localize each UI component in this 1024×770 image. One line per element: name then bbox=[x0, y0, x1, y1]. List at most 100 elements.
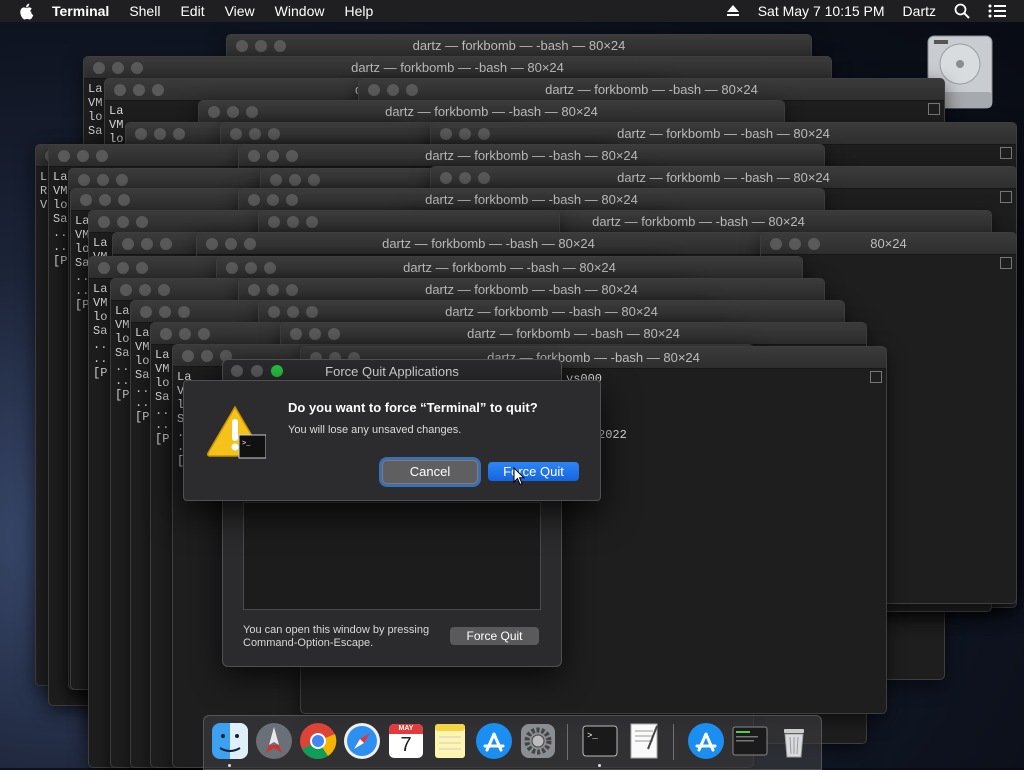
menubar-user[interactable]: Dartz bbox=[903, 3, 936, 19]
terminal-title: dartz — forkbomb — -bash — 80×24 bbox=[467, 326, 680, 341]
minimize-button[interactable] bbox=[77, 150, 89, 162]
terminal-icon[interactable]: >_ bbox=[580, 721, 620, 761]
terminal-title: dartz — forkbomb — -bash — 80×24 bbox=[382, 236, 595, 251]
eject-icon[interactable] bbox=[726, 5, 740, 17]
menu-help[interactable]: Help bbox=[344, 3, 373, 19]
zoom-button[interactable] bbox=[136, 216, 148, 228]
minimize-button[interactable] bbox=[179, 328, 191, 340]
cancel-button[interactable]: Cancel bbox=[382, 460, 478, 484]
terminal-titlebar[interactable]: dartz — forkbomb — -bash — 80×24 bbox=[359, 79, 944, 101]
close-button[interactable] bbox=[270, 174, 282, 186]
menu-window[interactable]: Window bbox=[275, 3, 325, 19]
minimize-button[interactable] bbox=[201, 350, 213, 362]
zoom-button[interactable] bbox=[116, 174, 128, 186]
svg-text:>_: >_ bbox=[242, 440, 251, 448]
safari-icon[interactable] bbox=[342, 721, 382, 761]
terminal-titlebar[interactable]: dartz — forkbomb — -bash — 80×24 bbox=[259, 301, 844, 323]
console-icon[interactable] bbox=[730, 721, 770, 761]
notes-icon[interactable] bbox=[430, 721, 470, 761]
launchpad-icon[interactable] bbox=[254, 721, 294, 761]
close-button[interactable] bbox=[230, 128, 242, 140]
trash-icon[interactable] bbox=[774, 721, 814, 761]
textedit-icon[interactable] bbox=[624, 721, 664, 761]
minimize-button[interactable] bbox=[97, 174, 109, 186]
calendar-month: MAY bbox=[398, 725, 414, 732]
minimize-button[interactable] bbox=[289, 174, 301, 186]
minimize-button[interactable] bbox=[249, 128, 261, 140]
minimize-button[interactable] bbox=[99, 194, 111, 206]
minimize-button[interactable] bbox=[117, 216, 129, 228]
terminal-title: dartz — forkbomb — -bash — 80×24 bbox=[617, 126, 830, 141]
spotlight-search-icon[interactable] bbox=[954, 3, 970, 19]
close-button[interactable] bbox=[122, 238, 134, 250]
close-button[interactable] bbox=[58, 150, 70, 162]
terminal-titlebar[interactable]: dartz — forkbomb — -bash — 80×24 bbox=[431, 123, 1016, 145]
zoom-button[interactable] bbox=[136, 262, 148, 274]
app-store-icon[interactable] bbox=[474, 721, 514, 761]
close-button[interactable] bbox=[268, 216, 280, 228]
close-button[interactable] bbox=[98, 262, 110, 274]
zoom-button[interactable] bbox=[306, 216, 318, 228]
terminal-titlebar[interactable]: dartz — forkbomb — -bash — 80×24 bbox=[281, 323, 866, 345]
finder-icon[interactable] bbox=[210, 721, 250, 761]
terminal-titlebar[interactable]: dartz — forkbomb — -bash — 80×24 bbox=[227, 35, 811, 57]
application-list[interactable] bbox=[243, 502, 541, 610]
terminal-titlebar[interactable]: dartz — forkbomb — -bash — 80×24 bbox=[431, 167, 1016, 189]
scroll-button[interactable] bbox=[928, 103, 940, 115]
notification-center-icon[interactable] bbox=[988, 4, 1006, 18]
menu-terminal[interactable]: Terminal bbox=[52, 3, 109, 19]
scroll-button[interactable] bbox=[870, 371, 882, 383]
terminal-titlebar[interactable]: dartz — forkbomb — -bash — 80×24 bbox=[199, 101, 784, 123]
close-button[interactable] bbox=[98, 216, 110, 228]
force-quit-button[interactable]: Force Quit bbox=[488, 462, 579, 481]
window-controls bbox=[268, 216, 318, 228]
close-button[interactable] bbox=[120, 284, 132, 296]
zoom-button[interactable] bbox=[268, 128, 280, 140]
scroll-button[interactable] bbox=[1000, 257, 1012, 269]
apple-menu-icon[interactable] bbox=[18, 2, 36, 20]
close-button[interactable] bbox=[140, 306, 152, 318]
zoom-button[interactable] bbox=[118, 194, 130, 206]
zoom-button[interactable] bbox=[96, 150, 108, 162]
zoom-button[interactable] bbox=[178, 306, 190, 318]
scroll-button[interactable] bbox=[1000, 147, 1012, 159]
alert-title: Do you want to force “Terminal” to quit? bbox=[288, 400, 538, 415]
force-quit-titlebar[interactable]: Force Quit Applications bbox=[223, 360, 561, 382]
close-button[interactable] bbox=[80, 194, 92, 206]
menu-shell[interactable]: Shell bbox=[129, 3, 160, 19]
menu-edit[interactable]: Edit bbox=[180, 3, 204, 19]
chrome-icon[interactable] bbox=[298, 721, 338, 761]
close-button[interactable] bbox=[182, 350, 194, 362]
close-button[interactable] bbox=[160, 328, 172, 340]
terminal-titlebar[interactable]: dartz — forkbomb — -bash — 80×24 bbox=[84, 57, 831, 79]
minimize-button[interactable] bbox=[159, 306, 171, 318]
minimize-button[interactable] bbox=[117, 262, 129, 274]
terminal-titlebar[interactable] bbox=[259, 211, 559, 233]
terminal-titlebar[interactable]: 80×24 bbox=[761, 233, 1016, 255]
terminal-titlebar[interactable]: dartz — forkbomb — -bash — 80×24 bbox=[217, 257, 802, 279]
force-quit-window-button[interactable]: Force Quit bbox=[450, 627, 539, 645]
terminal-titlebar[interactable]: dartz — forkbomb — -bash — 80×24 bbox=[239, 189, 824, 211]
minimize-button[interactable] bbox=[141, 238, 153, 250]
menu-view[interactable]: View bbox=[225, 3, 255, 19]
window-controls bbox=[230, 128, 280, 140]
terminal-title: 80×24 bbox=[870, 236, 907, 251]
calendar-icon[interactable]: MAY 7 bbox=[386, 721, 426, 761]
close-button[interactable] bbox=[78, 174, 90, 186]
scroll-button[interactable] bbox=[1000, 191, 1012, 203]
dock: MAY 7 >_ bbox=[203, 715, 822, 770]
zoom-button[interactable] bbox=[308, 174, 320, 186]
app-store-download-icon[interactable] bbox=[686, 721, 726, 761]
window-controls bbox=[98, 216, 148, 228]
minimize-button[interactable] bbox=[287, 216, 299, 228]
terminal-titlebar[interactable]: dartz — forkbomb — -bash — 80×24 bbox=[197, 233, 780, 255]
zoom-button[interactable] bbox=[160, 238, 172, 250]
menubar-clock[interactable]: Sat May 7 10:15 PM bbox=[758, 3, 885, 19]
terminal-titlebar[interactable]: dartz — forkbomb — -bash — 80×24 bbox=[239, 279, 824, 301]
zoom-button[interactable] bbox=[158, 284, 170, 296]
terminal-titlebar[interactable]: dartz — forkbomb — -bash — 80×24 bbox=[239, 145, 824, 167]
dock-separator bbox=[567, 724, 568, 760]
minimize-button[interactable] bbox=[139, 284, 151, 296]
system-preferences-icon[interactable] bbox=[518, 721, 558, 761]
zoom-button[interactable] bbox=[198, 328, 210, 340]
